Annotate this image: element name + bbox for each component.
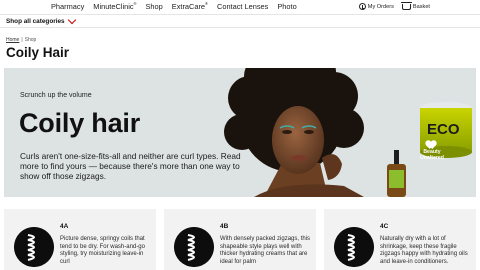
basket-link[interactable]: Basket — [400, 1, 430, 10]
hair-type-card-4b[interactable]: 4B With densely packed zigzags, this sha… — [164, 209, 316, 270]
coil-hair-icon — [174, 227, 214, 267]
hair-type-label: 4A — [60, 223, 69, 230]
hair-type-card-4c[interactable]: 4C Naturally dry with a lot of shrinkage… — [324, 209, 476, 270]
beauty-unaltered-mark-icon — [426, 140, 438, 149]
nav-link-photo[interactable]: Photo — [277, 2, 296, 11]
hero-kicker: Scrunch up the volume — [20, 92, 92, 99]
my-orders-link[interactable]: My Orders — [358, 3, 394, 10]
shop-all-label: Shop all categories — [6, 18, 65, 25]
breadcrumb-home[interactable]: Home — [6, 37, 19, 43]
beauty-unaltered-logo: Beauty Unaltered — [420, 140, 444, 161]
my-orders-label: My Orders — [367, 3, 394, 10]
nav-link-extracare[interactable]: ExtraCare® — [172, 1, 208, 11]
badge-line-2: Unaltered — [420, 154, 444, 161]
shop-all-categories-button[interactable]: Shop all categories — [6, 15, 76, 25]
svg-text:ECO: ECO — [427, 121, 460, 138]
chevron-down-icon — [67, 15, 76, 24]
account-links: My Orders Basket — [358, 1, 430, 10]
hair-type-description: With densely packed zigzags, this shapea… — [220, 236, 311, 265]
coil-hair-icon — [334, 227, 374, 267]
hair-type-label: 4B — [220, 223, 229, 230]
hero-banner[interactable]: Scrunch up the volume Coily hair Curls a… — [4, 68, 476, 197]
hero-body: Curls aren't one-size-fits-all and neith… — [20, 151, 241, 181]
page-title: Coily Hair — [6, 45, 70, 60]
hero-image: ECO — [224, 68, 472, 197]
orders-icon — [358, 3, 366, 10]
hair-type-description: Naturally dry with a lot of shrinkage, k… — [380, 236, 468, 265]
basket-icon — [400, 1, 412, 10]
basket-label: Basket — [412, 3, 430, 10]
hair-type-label: 4C — [380, 223, 389, 230]
hair-type-card-4a[interactable]: 4A Picture dense, springy coils that ten… — [4, 209, 156, 270]
breadcrumb: Home | Shop — [6, 37, 36, 43]
breadcrumb-separator: | — [21, 37, 23, 43]
nav-links: Pharmacy MinuteClinic® Shop ExtraCare® C… — [51, 1, 297, 11]
top-nav: Pharmacy MinuteClinic® Shop ExtraCare® C… — [0, 0, 480, 15]
nav-link-shop[interactable]: Shop — [146, 2, 163, 11]
hair-type-description: Picture dense, springy coils that tend t… — [60, 236, 145, 265]
category-bar: Shop all categories — [0, 14, 480, 28]
nav-link-pharmacy[interactable]: Pharmacy — [51, 2, 84, 11]
nav-link-minuteclinic[interactable]: MinuteClinic® — [93, 1, 136, 11]
breadcrumb-current: Shop — [24, 37, 37, 43]
coil-hair-icon — [14, 227, 54, 267]
hero-headline: Coily hair — [19, 108, 141, 138]
nav-link-contact-lenses[interactable]: Contact Lenses — [217, 2, 268, 11]
